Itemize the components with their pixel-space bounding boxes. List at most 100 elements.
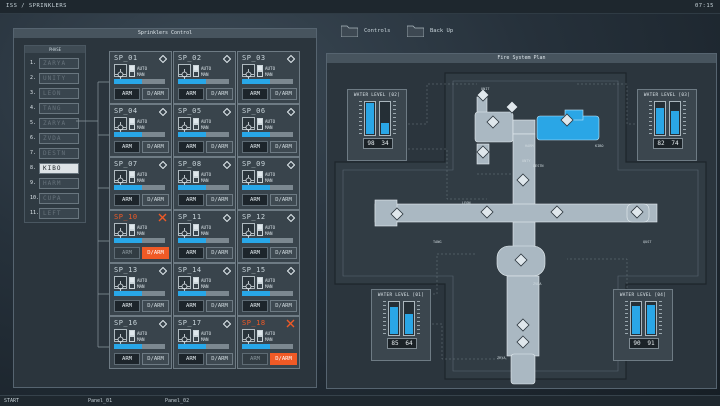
checkbox[interactable] — [257, 71, 263, 77]
disarm-button[interactable]: D/ARM — [270, 194, 297, 206]
disarm-button[interactable]: D/ARM — [206, 88, 233, 100]
arm-button[interactable]: ARM — [242, 194, 268, 206]
checkbox[interactable] — [129, 177, 135, 183]
phase-item[interactable]: 7. DESTN — [30, 148, 79, 159]
disarm-button[interactable]: D/ARM — [270, 300, 297, 312]
disarm-button[interactable]: D/ARM — [142, 247, 169, 259]
checkbox[interactable] — [257, 177, 263, 183]
crosshair-icon[interactable] — [242, 329, 255, 345]
crosshair-icon[interactable] — [178, 223, 191, 239]
checkbox[interactable] — [129, 71, 135, 77]
phase-item[interactable]: 10. CUPA — [30, 193, 79, 204]
disarm-button[interactable]: D/ARM — [270, 88, 297, 100]
arm-button[interactable]: ARM — [178, 247, 204, 259]
crosshair-icon[interactable] — [178, 64, 191, 80]
checkbox[interactable] — [129, 336, 135, 342]
arm-button[interactable]: ARM — [242, 300, 268, 312]
checkbox[interactable] — [129, 283, 135, 289]
crosshair-icon[interactable] — [178, 276, 191, 292]
crosshair-icon[interactable] — [114, 64, 127, 80]
man-checkbox[interactable]: MAN — [193, 177, 209, 183]
backup-folder[interactable]: Back Up — [407, 25, 453, 37]
man-checkbox[interactable]: MAN — [193, 230, 209, 236]
arm-button[interactable]: ARM — [114, 247, 140, 259]
man-checkbox[interactable]: MAN — [257, 71, 273, 77]
phase-item[interactable]: 1. ZARYA — [30, 58, 79, 69]
crosshair-icon[interactable] — [178, 329, 191, 345]
arm-button[interactable]: ARM — [114, 300, 140, 312]
phase-item[interactable]: 8. KIBO — [30, 163, 79, 174]
checkbox[interactable] — [257, 283, 263, 289]
checkbox[interactable] — [193, 124, 199, 130]
checkbox[interactable] — [257, 336, 263, 342]
man-checkbox[interactable]: MAN — [257, 283, 273, 289]
crosshair-icon[interactable] — [242, 117, 255, 133]
arm-button[interactable]: ARM — [114, 353, 140, 365]
disarm-button[interactable]: D/ARM — [206, 247, 233, 259]
disarm-button[interactable]: D/ARM — [142, 194, 169, 206]
arm-button[interactable]: ARM — [114, 194, 140, 206]
start-button[interactable]: START — [4, 398, 19, 404]
man-checkbox[interactable]: MAN — [129, 71, 145, 77]
disarm-button[interactable]: D/ARM — [270, 247, 297, 259]
phase-item[interactable]: 5. ZARYA — [30, 118, 79, 129]
taskbar-tab-panel-02[interactable]: Panel_02 — [165, 398, 189, 404]
man-checkbox[interactable]: MAN — [193, 283, 209, 289]
checkbox[interactable] — [257, 230, 263, 236]
checkbox[interactable] — [193, 283, 199, 289]
disarm-button[interactable]: D/ARM — [142, 353, 169, 365]
arm-button[interactable]: ARM — [114, 88, 140, 100]
phase-item[interactable]: 11. LEFT — [30, 208, 79, 219]
checkbox[interactable] — [129, 230, 135, 236]
disarm-button[interactable]: D/ARM — [206, 141, 233, 153]
crosshair-icon[interactable] — [114, 276, 127, 292]
disarm-button[interactable]: D/ARM — [270, 353, 297, 365]
arm-button[interactable]: ARM — [178, 141, 204, 153]
man-checkbox[interactable]: MAN — [129, 230, 145, 236]
man-checkbox[interactable]: MAN — [129, 283, 145, 289]
man-checkbox[interactable]: MAN — [257, 230, 273, 236]
crosshair-icon[interactable] — [114, 329, 127, 345]
arm-button[interactable]: ARM — [242, 88, 268, 100]
phase-item[interactable]: 6. ZVDA — [30, 133, 79, 144]
checkbox[interactable] — [129, 124, 135, 130]
crosshair-icon[interactable] — [178, 117, 191, 133]
phase-item[interactable]: 2. UNITY — [30, 73, 79, 84]
arm-button[interactable]: ARM — [178, 353, 204, 365]
disarm-button[interactable]: D/ARM — [206, 300, 233, 312]
man-checkbox[interactable]: MAN — [193, 71, 209, 77]
crosshair-icon[interactable] — [114, 223, 127, 239]
man-checkbox[interactable]: MAN — [257, 124, 273, 130]
arm-button[interactable]: ARM — [242, 247, 268, 259]
disarm-button[interactable]: D/ARM — [142, 141, 169, 153]
arm-button[interactable]: ARM — [242, 353, 268, 365]
man-checkbox[interactable]: MAN — [257, 336, 273, 342]
checkbox[interactable] — [193, 71, 199, 77]
arm-button[interactable]: ARM — [178, 88, 204, 100]
crosshair-icon[interactable] — [178, 170, 191, 186]
arm-button[interactable]: ARM — [178, 194, 204, 206]
checkbox[interactable] — [193, 336, 199, 342]
checkbox[interactable] — [193, 230, 199, 236]
checkbox[interactable] — [257, 124, 263, 130]
checkbox[interactable] — [193, 177, 199, 183]
disarm-button[interactable]: D/ARM — [142, 88, 169, 100]
disarm-button[interactable]: D/ARM — [270, 141, 297, 153]
disarm-button[interactable]: D/ARM — [206, 194, 233, 206]
crosshair-icon[interactable] — [242, 276, 255, 292]
man-checkbox[interactable]: MAN — [193, 124, 209, 130]
man-checkbox[interactable]: MAN — [129, 336, 145, 342]
man-checkbox[interactable]: MAN — [129, 177, 145, 183]
man-checkbox[interactable]: MAN — [193, 336, 209, 342]
disarm-button[interactable]: D/ARM — [206, 353, 233, 365]
disarm-button[interactable]: D/ARM — [142, 300, 169, 312]
phase-item[interactable]: 9. HARM — [30, 178, 79, 189]
man-checkbox[interactable]: MAN — [129, 124, 145, 130]
phase-item[interactable]: 4. TANG — [30, 103, 79, 114]
arm-button[interactable]: ARM — [114, 141, 140, 153]
crosshair-icon[interactable] — [242, 223, 255, 239]
crosshair-icon[interactable] — [114, 117, 127, 133]
crosshair-icon[interactable] — [242, 170, 255, 186]
controls-folder[interactable]: Controls — [341, 25, 391, 37]
crosshair-icon[interactable] — [114, 170, 127, 186]
